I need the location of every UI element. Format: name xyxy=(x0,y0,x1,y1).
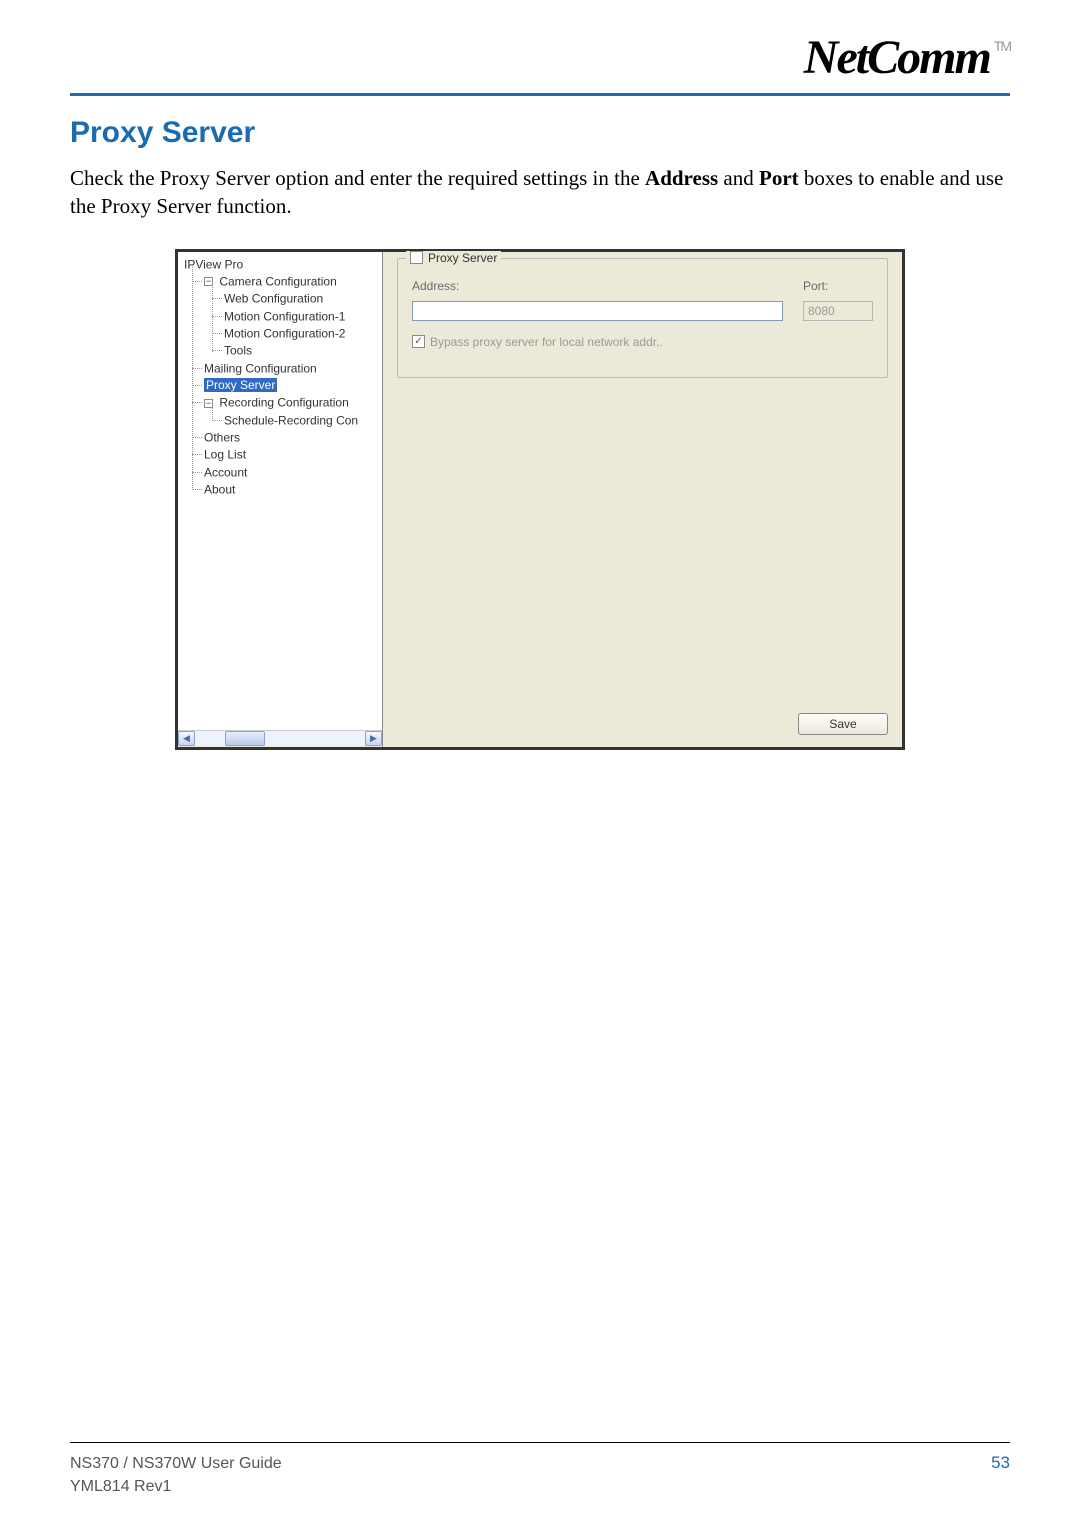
settings-panel: Proxy Server Address: Port: ✓ Bypass pro… xyxy=(383,252,902,747)
tree-label: Log List xyxy=(204,448,246,462)
horizontal-scrollbar[interactable]: ◀ ▶ xyxy=(178,730,382,747)
tree-item-schedule[interactable]: Schedule-Recording Con xyxy=(224,412,382,429)
tree-item-camera-config[interactable]: − Camera Configuration Web Configuration… xyxy=(204,273,382,360)
address-input[interactable] xyxy=(412,301,783,321)
page-title: Proxy Server xyxy=(70,116,1010,150)
port-label: Port: xyxy=(803,279,873,293)
intro-bold-port: Port xyxy=(759,166,799,190)
tree-item-others[interactable]: Others xyxy=(204,429,382,446)
tree-item-web-config[interactable]: Web Configuration xyxy=(224,290,382,307)
port-input[interactable] xyxy=(803,301,873,321)
intro-text-pre: Check the Proxy Server option and enter … xyxy=(70,166,645,190)
scroll-thumb[interactable] xyxy=(225,731,265,746)
settings-window: IPView Pro − Camera Configuration Web Co… xyxy=(175,249,905,750)
scroll-right-icon[interactable]: ▶ xyxy=(365,731,382,746)
tree-label: Schedule-Recording Con xyxy=(224,413,358,427)
tree-label: Tools xyxy=(224,344,252,358)
tree-label: Recording Configuration xyxy=(219,396,348,410)
proxy-enable-checkbox[interactable] xyxy=(410,251,423,264)
brand-logo: NetComm TM xyxy=(804,30,1010,85)
tree-item-proxy[interactable]: Proxy Server xyxy=(204,377,382,394)
tree-label: Web Configuration xyxy=(224,292,323,306)
tree-item-mailing[interactable]: Mailing Configuration xyxy=(204,360,382,377)
intro-text-mid: and xyxy=(718,166,759,190)
footer-divider xyxy=(70,1442,1010,1443)
tree-item-motion-1[interactable]: Motion Configuration-1 xyxy=(224,308,382,325)
footer-guide-title: NS370 / NS370W User Guide xyxy=(70,1453,282,1475)
header-divider xyxy=(70,93,1010,96)
tree-label: Camera Configuration xyxy=(219,274,336,288)
tree-label: Others xyxy=(204,430,240,444)
tree-label: Account xyxy=(204,465,247,479)
tree-root-item[interactable]: IPView Pro xyxy=(184,256,382,273)
scroll-left-icon[interactable]: ◀ xyxy=(178,731,195,746)
trademark-symbol: TM xyxy=(994,38,1010,54)
tree-item-recording[interactable]: − Recording Configuration Schedule-Recor… xyxy=(204,394,382,429)
address-label: Address: xyxy=(412,279,783,293)
group-label-text: Proxy Server xyxy=(428,251,497,265)
tree-label: Motion Configuration-1 xyxy=(224,309,345,323)
footer-revision: YML814 Rev1 xyxy=(70,1476,282,1498)
tree-label: Proxy Server xyxy=(204,378,277,392)
intro-paragraph: Check the Proxy Server option and enter … xyxy=(70,164,1010,221)
proxy-groupbox: Proxy Server Address: Port: ✓ Bypass pro… xyxy=(397,258,888,378)
tree-item-motion-2[interactable]: Motion Configuration-2 xyxy=(224,325,382,342)
tree-item-log[interactable]: Log List xyxy=(204,446,382,463)
group-legend: Proxy Server xyxy=(406,251,501,265)
tree-item-about[interactable]: About xyxy=(204,481,382,498)
tree-label: Mailing Configuration xyxy=(204,361,317,375)
scroll-track[interactable] xyxy=(195,731,365,746)
tree-label: About xyxy=(204,482,235,496)
save-button[interactable]: Save xyxy=(798,713,888,735)
navigation-tree[interactable]: IPView Pro − Camera Configuration Web Co… xyxy=(178,252,383,747)
tree-item-account[interactable]: Account xyxy=(204,464,382,481)
page-number: 53 xyxy=(991,1453,1010,1498)
logo-text: NetComm xyxy=(804,30,990,85)
tree-item-tools[interactable]: Tools xyxy=(224,342,382,359)
tree-label: Motion Configuration-2 xyxy=(224,326,345,340)
intro-bold-address: Address xyxy=(645,166,718,190)
bypass-checkbox[interactable]: ✓ xyxy=(412,335,425,348)
bypass-label: Bypass proxy server for local network ad… xyxy=(430,335,663,349)
page-footer: NS370 / NS370W User Guide YML814 Rev1 53 xyxy=(70,1442,1010,1498)
